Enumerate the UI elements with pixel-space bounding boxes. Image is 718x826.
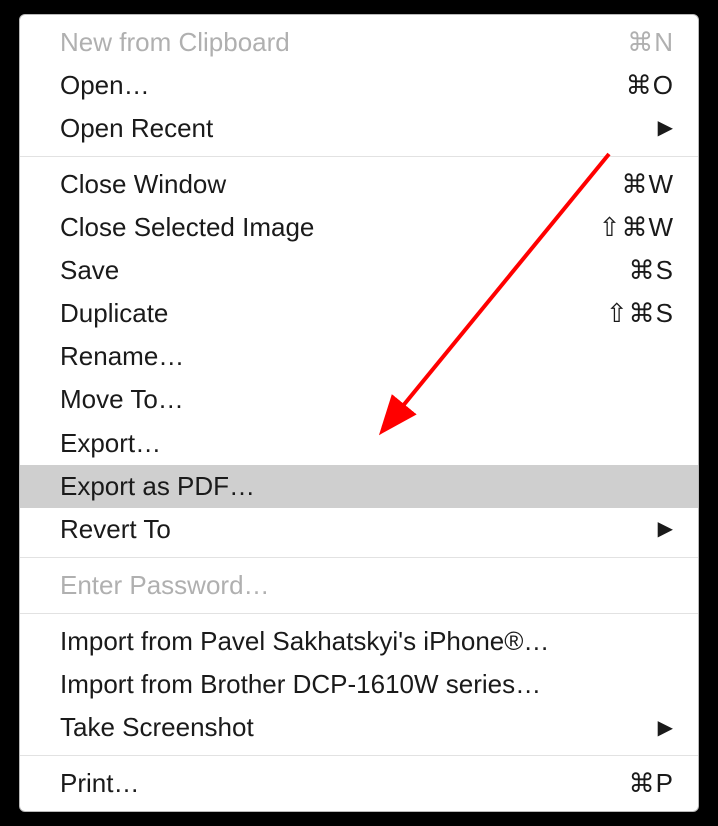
menu-item-shortcut: ⇧⌘W	[599, 210, 674, 245]
menu-item-shortcut: ⌘N	[627, 25, 674, 60]
menu-item-save[interactable]: Save⌘S	[20, 249, 698, 292]
menu-item-right: ▶	[658, 519, 674, 539]
menu-item-label: New from Clipboard	[60, 25, 627, 60]
menu-item-label: Print…	[60, 766, 629, 801]
menu-item-print[interactable]: Print…⌘P	[20, 762, 698, 805]
file-context-menu: New from Clipboard⌘NOpen…⌘OOpen Recent▶C…	[19, 14, 699, 813]
menu-item-shortcut: ⌘W	[621, 167, 674, 202]
menu-item-export[interactable]: Export…	[20, 422, 698, 465]
menu-item-right: ⌘O	[626, 68, 674, 103]
menu-item-duplicate[interactable]: Duplicate⇧⌘S	[20, 292, 698, 335]
menu-item-label: Open…	[60, 68, 626, 103]
menu-item-right: ⌘S	[629, 253, 674, 288]
menu-item-label: Move To…	[60, 382, 674, 417]
menu-item-label: Export…	[60, 426, 674, 461]
menu-item-import-brother[interactable]: Import from Brother DCP-1610W series…	[20, 663, 698, 706]
chevron-right-icon: ▶	[658, 519, 674, 539]
menu-item-open[interactable]: Open…⌘O	[20, 64, 698, 107]
menu-item-label: Revert To	[60, 512, 658, 547]
menu-item-label: Export as PDF…	[60, 469, 674, 504]
menu-item-import-iphone[interactable]: Import from Pavel Sakhatskyi's iPhone®…	[20, 620, 698, 663]
menu-item-revert-to[interactable]: Revert To▶	[20, 508, 698, 551]
menu-item-right: ⇧⌘W	[599, 210, 674, 245]
menu-item-right: ▶	[658, 118, 674, 138]
menu-item-label: Import from Brother DCP-1610W series…	[60, 667, 674, 702]
menu-item-move-to[interactable]: Move To…	[20, 378, 698, 421]
menu-item-label: Close Window	[60, 167, 621, 202]
menu-item-shortcut: ⌘S	[629, 253, 674, 288]
menu-separator	[20, 557, 698, 558]
menu-item-shortcut: ⇧⌘S	[606, 296, 674, 331]
menu-item-shortcut: ⌘O	[626, 68, 674, 103]
menu-item-close-window[interactable]: Close Window⌘W	[20, 163, 698, 206]
menu-item-right: ⌘W	[621, 167, 674, 202]
menu-item-label: Open Recent	[60, 111, 658, 146]
menu-item-export-as-pdf[interactable]: Export as PDF…	[20, 465, 698, 508]
menu-item-enter-password: Enter Password…	[20, 564, 698, 607]
menu-item-close-selected-image[interactable]: Close Selected Image⇧⌘W	[20, 206, 698, 249]
menu-item-label: Save	[60, 253, 629, 288]
menu-item-right: ▶	[658, 718, 674, 738]
menu-item-label: Enter Password…	[60, 568, 674, 603]
menu-separator	[20, 613, 698, 614]
menu-item-right: ⌘N	[627, 25, 674, 60]
menu-item-label: Take Screenshot	[60, 710, 658, 745]
menu-item-shortcut: ⌘P	[629, 766, 674, 801]
menu-item-open-recent[interactable]: Open Recent▶	[20, 107, 698, 150]
menu-separator	[20, 755, 698, 756]
menu-item-label: Import from Pavel Sakhatskyi's iPhone®…	[60, 624, 674, 659]
menu-separator	[20, 156, 698, 157]
menu-item-label: Duplicate	[60, 296, 606, 331]
menu-item-label: Rename…	[60, 339, 674, 374]
menu-item-rename[interactable]: Rename…	[20, 335, 698, 378]
menu-item-take-screenshot[interactable]: Take Screenshot▶	[20, 706, 698, 749]
menu-item-right: ⇧⌘S	[606, 296, 674, 331]
menu-item-right: ⌘P	[629, 766, 674, 801]
menu-item-new-from-clipboard: New from Clipboard⌘N	[20, 21, 698, 64]
chevron-right-icon: ▶	[658, 118, 674, 138]
context-menu-wrapper: New from Clipboard⌘NOpen…⌘OOpen Recent▶C…	[19, 14, 699, 813]
menu-item-label: Close Selected Image	[60, 210, 599, 245]
chevron-right-icon: ▶	[658, 718, 674, 738]
